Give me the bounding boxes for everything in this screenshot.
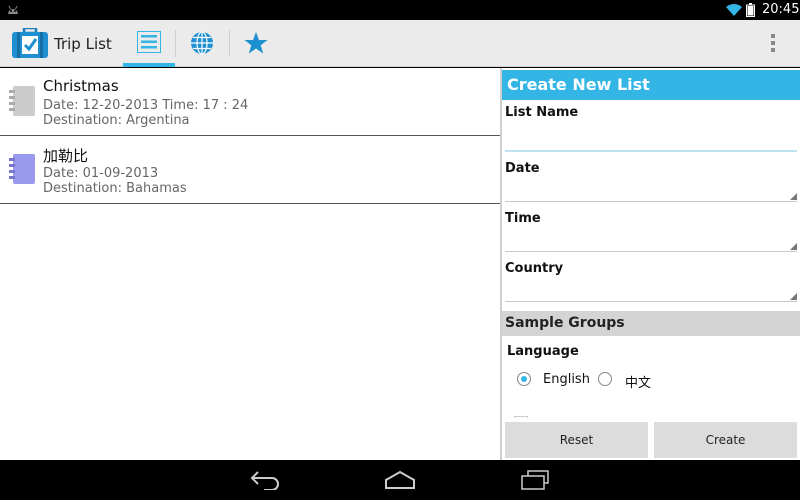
country-spinner[interactable] — [505, 280, 797, 302]
list-icon — [137, 31, 161, 53]
recent-apps-icon[interactable] — [520, 470, 550, 490]
spinner-caret-icon — [790, 243, 797, 250]
selected-tab-indicator — [123, 63, 175, 67]
status-clock: 20:45 — [762, 2, 800, 17]
radio-english[interactable] — [517, 372, 531, 386]
trip-date: Date: 12-20-2013 Time: 17 : 24 — [43, 98, 249, 113]
trip-name: Christmas — [43, 77, 119, 95]
status-bar: 20:45 — [0, 0, 800, 20]
language-label: Language — [507, 344, 579, 359]
time-label: Time — [505, 211, 541, 226]
wifi-icon — [726, 3, 742, 16]
form-header: Create New List — [502, 70, 800, 100]
suitcase-check-icon[interactable] — [12, 28, 48, 58]
android-icon — [8, 5, 18, 14]
list-item[interactable]: 加勒比 Date: 01-09-2013 Destination: Bahama… — [0, 136, 500, 204]
trip-destination: Destination: Bahamas — [43, 181, 187, 196]
radio-chinese[interactable] — [598, 372, 612, 386]
globe-icon — [191, 31, 213, 55]
tab-globe[interactable] — [176, 20, 228, 67]
reset-button[interactable]: Reset — [505, 422, 648, 458]
spinner-caret-icon — [790, 193, 797, 200]
overflow-menu-icon[interactable] — [762, 32, 784, 56]
battery-icon — [746, 3, 755, 17]
list-name-label: List Name — [505, 105, 579, 120]
date-spinner[interactable] — [505, 180, 797, 202]
country-label: Country — [505, 261, 564, 276]
app-title: Trip List — [54, 35, 112, 53]
create-button[interactable]: Create — [654, 422, 797, 458]
list-name-input[interactable] — [505, 130, 797, 152]
date-label: Date — [505, 161, 540, 176]
notebook-icon — [9, 154, 35, 184]
home-icon[interactable] — [384, 470, 416, 490]
trip-name: 加勒比 — [43, 147, 89, 165]
tab-star[interactable] — [230, 20, 282, 67]
back-icon[interactable] — [250, 470, 280, 490]
create-list-form: Create New List List Name Date Time Coun… — [502, 68, 800, 460]
time-spinner[interactable] — [505, 230, 797, 252]
sample-groups-header: Sample Groups — [502, 311, 800, 336]
radio-english-label[interactable]: English — [543, 372, 590, 387]
list-item[interactable]: Christmas Date: 12-20-2013 Time: 17 : 24… — [0, 68, 500, 136]
action-bar: Trip List — [0, 20, 800, 67]
form-button-bar: Reset Create — [502, 418, 800, 460]
radio-chinese-label[interactable]: 中文 — [625, 372, 651, 391]
spinner-caret-icon — [790, 293, 797, 300]
trip-destination: Destination: Argentina — [43, 113, 190, 128]
star-icon — [244, 32, 268, 54]
tab-list[interactable] — [123, 20, 175, 67]
trip-list: Christmas Date: 12-20-2013 Time: 17 : 24… — [0, 68, 500, 460]
notebook-icon — [9, 86, 35, 116]
navigation-bar — [0, 460, 800, 500]
trip-date: Date: 01-09-2013 — [43, 166, 159, 181]
